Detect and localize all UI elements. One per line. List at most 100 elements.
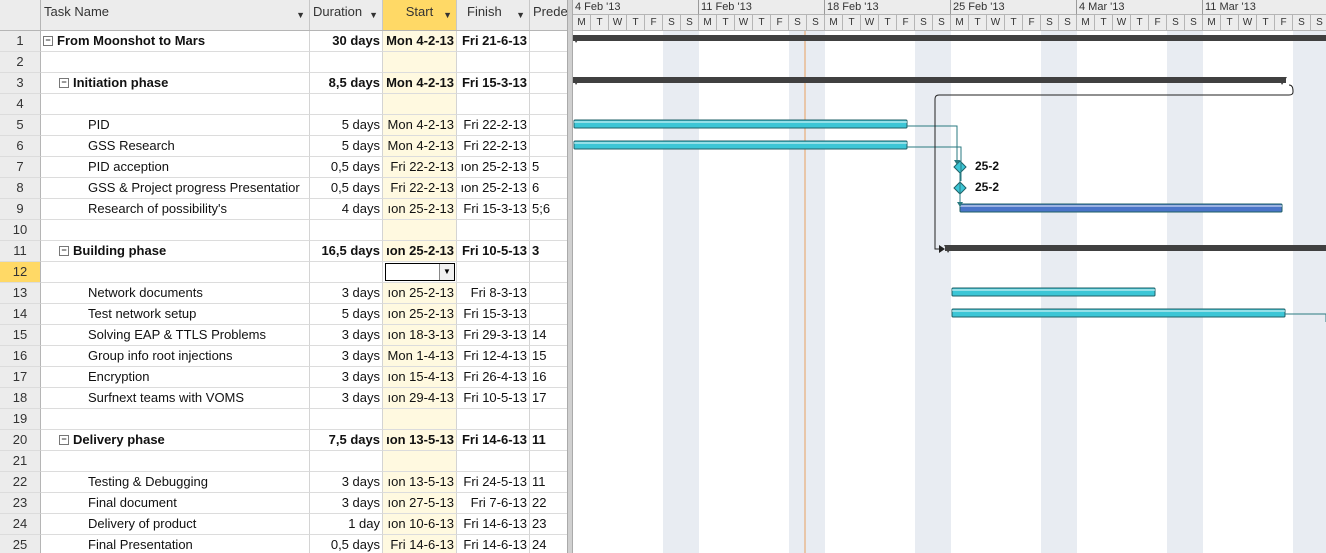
task-row[interactable]: 25 Final Presentation 0,5 days Fri 14-6-13 F…: [0, 535, 567, 553]
task-row[interactable]: 3− Initiation phase 8,5 days Mon 4-2-13 Fri …: [0, 73, 567, 94]
collapse-icon[interactable]: −: [59, 78, 69, 88]
duration-cell[interactable]: [310, 94, 383, 115]
task-name-cell[interactable]: [41, 52, 310, 73]
column-header-task-name[interactable]: Task Name ▼: [41, 0, 310, 30]
task-name-cell[interactable]: − From Moonshot to Mars: [41, 31, 310, 52]
finish-cell[interactable]: Fri 8-3-13: [457, 283, 530, 304]
row-number[interactable]: 11: [0, 241, 41, 262]
task-row[interactable]: 7 PID acception 0,5 days Fri 22-2-13 ıon 25-…: [0, 157, 567, 178]
task-bar-highlight[interactable]: [960, 205, 1282, 207]
task-row[interactable]: 1− From Moonshot to Mars 30 days Mon 4-2-13…: [0, 31, 567, 52]
duration-cell[interactable]: 3 days: [310, 388, 383, 409]
filter-dropdown-icon[interactable]: ▼: [443, 10, 452, 20]
task-name-cell[interactable]: [41, 262, 310, 283]
start-cell[interactable]: ıon 15-4-13: [383, 367, 457, 388]
task-name-cell[interactable]: GSS Research: [41, 136, 310, 157]
finish-cell[interactable]: Fri 10-5-13: [457, 388, 530, 409]
duration-cell[interactable]: 4 days: [310, 199, 383, 220]
finish-cell[interactable]: Fri 15-3-13: [457, 304, 530, 325]
task-row[interactable]: 16 Group info root injections 3 days Mon 1-…: [0, 346, 567, 367]
row-number[interactable]: 17: [0, 367, 41, 388]
task-name-cell[interactable]: [41, 220, 310, 241]
task-row[interactable]: 17 Encryption 3 days ıon 15-4-13 Fri 26-4-13…: [0, 367, 567, 388]
summary-bar[interactable]: [573, 77, 1286, 83]
date-dropdown-icon[interactable]: ▼: [439, 264, 454, 280]
task-row[interactable]: 14 Test network setup 5 days ıon 25-2-13 Fri…: [0, 304, 567, 325]
predecessors-cell[interactable]: [530, 52, 567, 73]
task-name-cell[interactable]: Surfnext teams with VOMS: [41, 388, 310, 409]
task-name-cell[interactable]: [41, 94, 310, 115]
task-name-cell[interactable]: − Delivery phase: [41, 430, 310, 451]
finish-cell[interactable]: Fri 29-3-13: [457, 325, 530, 346]
summary-bar[interactable]: [945, 245, 1326, 251]
row-number[interactable]: 21: [0, 451, 41, 472]
duration-cell[interactable]: [310, 409, 383, 430]
row-number[interactable]: 23: [0, 493, 41, 514]
task-bar-highlight[interactable]: [574, 142, 907, 144]
task-row[interactable]: 20− Delivery phase 7,5 days ıon 13-5-13 Fri …: [0, 430, 567, 451]
duration-cell[interactable]: 5 days: [310, 136, 383, 157]
task-row[interactable]: 12 ▼: [0, 262, 567, 283]
predecessors-cell[interactable]: 16: [530, 367, 567, 388]
task-name-cell[interactable]: Delivery of product: [41, 514, 310, 535]
start-cell[interactable]: Mon 4-2-13: [383, 115, 457, 136]
duration-cell[interactable]: 7,5 days: [310, 430, 383, 451]
row-number[interactable]: 7: [0, 157, 41, 178]
start-cell[interactable]: ıon 13-5-13: [383, 472, 457, 493]
row-number[interactable]: 25: [0, 535, 41, 553]
row-number[interactable]: 12: [0, 262, 41, 283]
duration-cell[interactable]: [310, 451, 383, 472]
predecessors-cell[interactable]: 22: [530, 493, 567, 514]
start-cell[interactable]: Mon 1-4-13: [383, 346, 457, 367]
finish-cell[interactable]: [457, 262, 530, 283]
task-name-cell[interactable]: Research of possibility's: [41, 199, 310, 220]
task-name-cell[interactable]: Encryption: [41, 367, 310, 388]
predecessors-cell[interactable]: [530, 73, 567, 94]
row-number[interactable]: 16: [0, 346, 41, 367]
predecessors-cell[interactable]: [530, 115, 567, 136]
finish-cell[interactable]: Fri 7-6-13: [457, 493, 530, 514]
duration-cell[interactable]: 3 days: [310, 325, 383, 346]
duration-cell[interactable]: 0,5 days: [310, 535, 383, 553]
predecessors-cell[interactable]: 5: [530, 157, 567, 178]
finish-cell[interactable]: Fri 15-3-13: [457, 73, 530, 94]
finish-cell[interactable]: [457, 220, 530, 241]
duration-cell[interactable]: 3 days: [310, 472, 383, 493]
task-row[interactable]: 24 Delivery of product 1 day ıon 10-6-13 Fri…: [0, 514, 567, 535]
task-name-cell[interactable]: Test network setup: [41, 304, 310, 325]
duration-cell[interactable]: 3 days: [310, 493, 383, 514]
start-cell[interactable]: ıon 18-3-13: [383, 325, 457, 346]
predecessors-cell[interactable]: 23: [530, 514, 567, 535]
task-name-cell[interactable]: Final Presentation: [41, 535, 310, 553]
row-number[interactable]: 13: [0, 283, 41, 304]
finish-cell[interactable]: [457, 451, 530, 472]
finish-cell[interactable]: ıon 25-2-13: [457, 157, 530, 178]
row-number[interactable]: 3: [0, 73, 41, 94]
finish-cell[interactable]: Fri 21-6-13: [457, 31, 530, 52]
start-cell[interactable]: Fri 22-2-13: [383, 178, 457, 199]
finish-cell[interactable]: Fri 24-5-13: [457, 472, 530, 493]
collapse-icon[interactable]: −: [43, 36, 53, 46]
duration-cell[interactable]: [310, 262, 383, 283]
task-name-cell[interactable]: GSS & Project progress Presentatior: [41, 178, 310, 199]
predecessors-cell[interactable]: [530, 262, 567, 283]
duration-cell[interactable]: 3 days: [310, 283, 383, 304]
start-cell[interactable]: ıon 25-2-13: [383, 241, 457, 262]
task-name-cell[interactable]: PID: [41, 115, 310, 136]
row-number[interactable]: 19: [0, 409, 41, 430]
start-cell[interactable]: ıon 13-5-13: [383, 430, 457, 451]
finish-cell[interactable]: Fri 14-6-13: [457, 514, 530, 535]
start-cell[interactable]: ıon 27-5-13: [383, 493, 457, 514]
task-row[interactable]: 6 GSS Research 5 days Mon 4-2-13 Fri 22-2-13: [0, 136, 567, 157]
finish-cell[interactable]: Fri 15-3-13: [457, 199, 530, 220]
task-row[interactable]: 15 Solving EAP & TTLS Problems 3 days ıon 1…: [0, 325, 567, 346]
row-number[interactable]: 14: [0, 304, 41, 325]
predecessors-cell[interactable]: 17: [530, 388, 567, 409]
duration-cell[interactable]: 30 days: [310, 31, 383, 52]
duration-cell[interactable]: [310, 220, 383, 241]
duration-cell[interactable]: 3 days: [310, 367, 383, 388]
task-name-cell[interactable]: Testing & Debugging: [41, 472, 310, 493]
start-cell[interactable]: Fri 14-6-13: [383, 535, 457, 553]
row-number[interactable]: 22: [0, 472, 41, 493]
predecessors-cell[interactable]: [530, 304, 567, 325]
